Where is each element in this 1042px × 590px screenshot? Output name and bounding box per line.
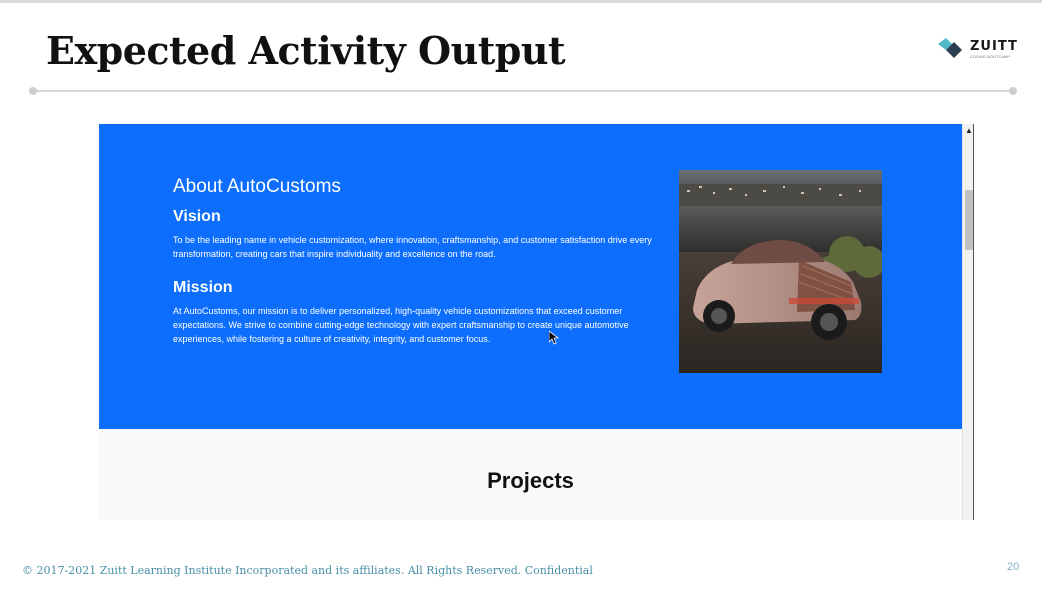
divider-dot-left [29, 87, 37, 95]
projects-title: Projects [487, 468, 574, 493]
car-photo [679, 170, 882, 373]
mouse-cursor-icon [549, 331, 559, 345]
page-number: 20 [1007, 561, 1020, 573]
copyright-footer: © 2017-2021 Zuitt Learning Institute Inc… [22, 564, 593, 577]
title-divider [32, 90, 1013, 92]
vision-text: To be the leading name in vehicle custom… [173, 235, 652, 259]
browser-viewport[interactable]: About AutoCustoms Vision To be the leadi… [99, 124, 974, 520]
scroll-thumb[interactable] [965, 190, 973, 250]
zuitt-logo-icon [938, 38, 962, 58]
divider-dot-right [1009, 87, 1017, 95]
mission-text: At AutoCustoms, our mission is to delive… [173, 306, 629, 344]
logo-tagline: CODING BOOTCAMP [970, 54, 1011, 59]
vision-title: Vision [173, 208, 221, 225]
car-photo-icon [679, 170, 882, 373]
zuitt-logo: ZUITT CODING BOOTCAMP [936, 36, 1018, 62]
top-rule [0, 0, 1042, 3]
logo-name: ZUITT [970, 39, 1018, 54]
about-title: About AutoCustoms [173, 176, 341, 197]
about-section: About AutoCustoms Vision To be the leadi… [99, 124, 962, 429]
slide-title: Expected Activity Output [46, 28, 566, 73]
browser-edge [973, 124, 974, 520]
mission-title: Mission [173, 279, 233, 296]
